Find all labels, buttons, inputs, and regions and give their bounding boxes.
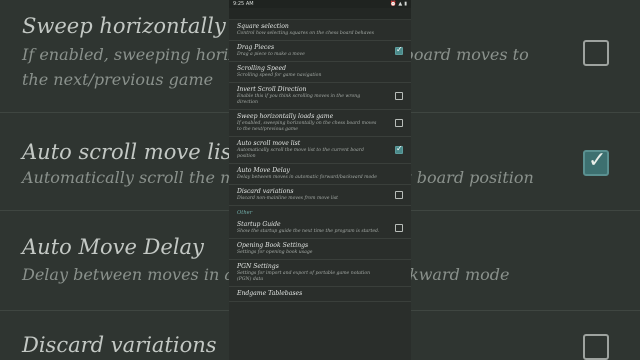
bg-title: Discard variations xyxy=(22,333,217,357)
setting-endgame-tablebases[interactable]: Endgame Tablebases xyxy=(229,287,411,302)
setting-auto-move-delay[interactable]: Auto Move Delay Delay between moves in a… xyxy=(229,164,411,185)
status-icons: ⏰ ▲ ▮ xyxy=(390,1,407,7)
setting-pgn[interactable]: PGN Settings Settings for import and exp… xyxy=(229,260,411,287)
bg-checkbox xyxy=(583,40,609,66)
setting-subtitle: Settings for opening book usage xyxy=(237,250,313,255)
setting-subtitle: Control how selecting squares on the che… xyxy=(237,31,374,36)
setting-title: Square selection xyxy=(237,23,289,30)
setting-subtitle: Scrolling speed for game navigation xyxy=(237,73,322,78)
setting-subtitle: Delay between moves in automatic forward… xyxy=(237,175,377,180)
battery-icon: ▮ xyxy=(404,1,407,7)
app-bar xyxy=(229,8,411,20)
setting-square-selection[interactable]: Square selection Control how selecting s… xyxy=(229,20,411,41)
setting-title: Scrolling Speed xyxy=(237,65,286,72)
setting-drag-pieces[interactable]: Drag Pieces Drag a piece to make a move xyxy=(229,41,411,62)
setting-title: Invert Scroll Direction xyxy=(237,86,307,93)
status-time: 9:25 AM xyxy=(233,1,254,7)
alarm-icon: ⏰ xyxy=(390,1,397,7)
auto-scroll-checkbox[interactable] xyxy=(395,144,403,154)
setting-subtitle: Show the startup guide the next time the… xyxy=(237,229,380,234)
bg-title: Auto scroll move list xyxy=(22,140,240,164)
bg-title: Auto Move Delay xyxy=(22,235,204,259)
settings-list: Square selection Control how selecting s… xyxy=(229,20,411,302)
section-header-other: Other xyxy=(237,210,253,216)
phone-screen: 9:25 AM ⏰ ▲ ▮ Square selection Control h… xyxy=(229,0,411,360)
setting-subtitle: Drag a piece to make a move xyxy=(237,52,305,57)
setting-subtitle: If enabled, sweeping horizontally on the… xyxy=(237,121,377,132)
setting-subtitle: Discard non-mainline moves from move lis… xyxy=(237,196,339,201)
bg-checkbox-checked xyxy=(583,148,609,176)
setting-opening-book[interactable]: Opening Book Settings Settings for openi… xyxy=(229,239,411,260)
setting-auto-scroll[interactable]: Auto scroll move list Automatically scro… xyxy=(229,137,411,164)
setting-title: Auto scroll move list xyxy=(237,140,301,147)
startup-guide-checkbox[interactable] xyxy=(395,224,403,232)
setting-subtitle: Settings for import and export of portab… xyxy=(237,271,371,282)
setting-subtitle: Enable this if you think scrolling moves… xyxy=(237,94,361,105)
setting-title: PGN Settings xyxy=(237,263,279,270)
setting-title: Discard variations xyxy=(237,188,294,195)
setting-discard-variations[interactable]: Discard variations Discard non-mainline … xyxy=(229,185,411,206)
bg-subtitle: the next/previous game xyxy=(22,70,214,89)
invert-scroll-checkbox[interactable] xyxy=(395,92,403,100)
setting-scrolling-speed[interactable]: Scrolling Speed Scrolling speed for game… xyxy=(229,62,411,83)
setting-title: Endgame Tablebases xyxy=(237,290,303,297)
setting-invert-scroll[interactable]: Invert Scroll Direction Enable this if y… xyxy=(229,83,411,110)
setting-subtitle: Automatically scroll the move list to th… xyxy=(237,148,364,159)
setting-title: Opening Book Settings xyxy=(237,242,309,249)
sweep-horizontally-checkbox[interactable] xyxy=(395,119,403,127)
setting-title: Startup Guide xyxy=(237,221,281,228)
setting-title: Auto Move Delay xyxy=(237,167,290,174)
signal-icon: ▲ xyxy=(398,1,403,7)
discard-variations-checkbox[interactable] xyxy=(395,191,403,199)
setting-title: Drag Pieces xyxy=(237,44,275,51)
drag-pieces-checkbox[interactable] xyxy=(395,45,403,55)
bg-checkbox xyxy=(583,334,609,360)
setting-title: Sweep horizontally loads game xyxy=(237,113,334,120)
setting-startup-guide[interactable]: Startup Guide Show the startup guide the… xyxy=(229,218,411,239)
status-bar: 9:25 AM ⏰ ▲ ▮ xyxy=(229,0,411,8)
setting-sweep-horizontally[interactable]: Sweep horizontally loads game If enabled… xyxy=(229,110,411,137)
